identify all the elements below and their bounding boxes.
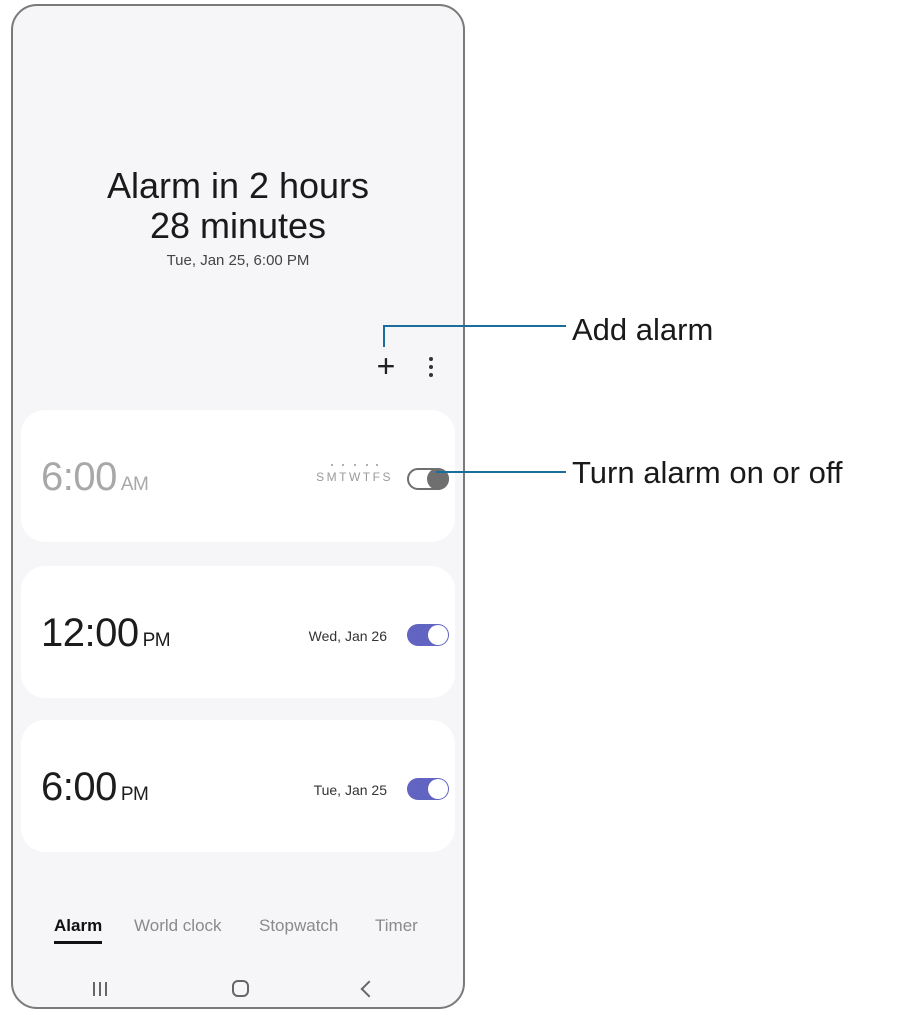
tab-timer[interactable]: Timer xyxy=(375,916,418,936)
phone-screen: Alarm in 2 hours 28 minutes Tue, Jan 25,… xyxy=(11,4,465,1009)
alarm-repeat-days: SMTWTFS xyxy=(316,470,393,484)
tab-stopwatch[interactable]: Stopwatch xyxy=(259,916,338,936)
callout-line-add-vertical xyxy=(383,325,385,347)
alarm-time: 12:00 PM xyxy=(41,611,171,655)
callout-line-toggle xyxy=(436,471,566,473)
next-alarm-date: Tue, Jan 25, 6:00 PM xyxy=(166,252,310,269)
alarm-time: 6:00 PM xyxy=(41,765,149,809)
callout-add-alarm: Add alarm xyxy=(572,312,714,347)
add-alarm-button[interactable]: + xyxy=(371,348,401,384)
more-options-button[interactable] xyxy=(421,353,441,383)
alarm-time: 6:00 AM xyxy=(41,455,149,499)
alarm-toggle[interactable] xyxy=(407,778,449,800)
back-icon[interactable] xyxy=(360,980,378,998)
more-vertical-icon xyxy=(421,357,441,377)
navigation-bar xyxy=(13,968,463,1004)
plus-icon: + xyxy=(376,348,396,384)
alarm-date: Wed, Jan 26 xyxy=(308,628,387,644)
alarm-card[interactable]: 12:00 PM Wed, Jan 26 xyxy=(21,566,455,698)
callout-toggle: Turn alarm on or off xyxy=(572,455,843,490)
callout-line-add-horizontal xyxy=(383,325,566,327)
alarm-card[interactable]: 6:00 PM Tue, Jan 25 xyxy=(21,720,455,852)
alarm-countdown-line2: 28 minutes xyxy=(149,205,327,246)
tab-world-clock[interactable]: World clock xyxy=(134,916,222,936)
bottom-tabs: Alarm World clock Stopwatch Timer xyxy=(13,916,463,952)
recent-apps-icon[interactable] xyxy=(93,982,109,996)
home-icon[interactable] xyxy=(232,980,249,997)
alarm-countdown-line1: Alarm in 2 hours xyxy=(106,165,370,206)
alarm-card[interactable]: 6:00 AM SMTWTFS xyxy=(21,410,455,542)
alarm-toggle[interactable] xyxy=(407,624,449,646)
alarm-date: Tue, Jan 25 xyxy=(313,782,387,798)
tab-alarm[interactable]: Alarm xyxy=(54,916,103,944)
